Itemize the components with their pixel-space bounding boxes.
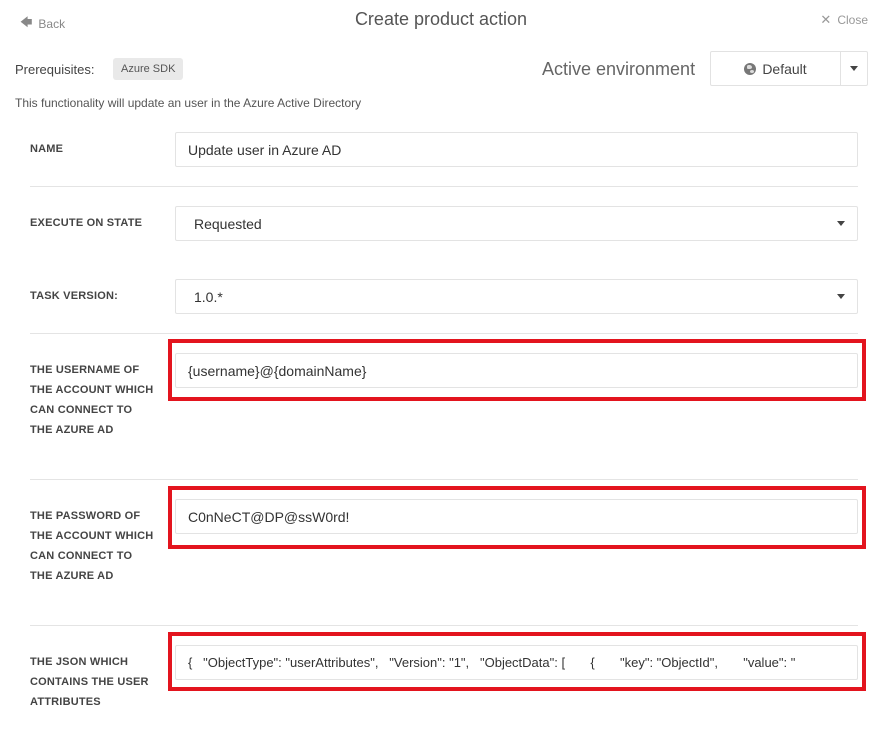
username-input[interactable]: {username}@{domainName} — [175, 353, 858, 388]
description: This functionality will update an user i… — [15, 96, 362, 110]
name-label: NAME — [30, 143, 64, 155]
execute-on-state-select[interactable]: Requested — [175, 206, 858, 241]
close-icon: ✕ — [820, 12, 832, 27]
chevron-down-icon — [837, 221, 845, 226]
divider — [30, 625, 858, 626]
page-title: Create product action — [354, 9, 528, 29]
task-version-select[interactable]: 1.0.* — [175, 279, 858, 314]
environment-select[interactable]: Default — [710, 51, 868, 86]
divider — [30, 333, 858, 334]
divider — [30, 479, 858, 480]
execute-on-state-value: Requested — [194, 215, 262, 232]
username-value: {username}@{domainName} — [188, 362, 367, 379]
globe-icon — [744, 62, 757, 75]
password-input[interactable]: C0nNeCT@DP@ssW0rd! — [175, 499, 858, 534]
close-label: Close — [837, 13, 868, 27]
name-input[interactable]: Update user in Azure AD — [175, 132, 858, 167]
json-input[interactable]: { "ObjectType": "userAttributes", "Versi… — [175, 645, 858, 680]
task-version-label: TASK VERSION: — [30, 290, 118, 302]
name-value: Update user in Azure AD — [188, 141, 342, 158]
prerequisites-label: Prerequisites: — [15, 62, 95, 77]
json-value: { "ObjectType": "userAttributes", "Versi… — [188, 655, 796, 670]
environment-selected: Default — [762, 60, 807, 77]
prerequisite-badge: Azure SDK — [113, 58, 184, 80]
environment-select-button[interactable]: Default — [711, 52, 840, 85]
environment-dropdown-toggle[interactable] — [840, 52, 867, 85]
task-version-value: 1.0.* — [194, 288, 223, 305]
execute-on-state-label: EXECUTE ON STATE — [30, 217, 143, 229]
close-button[interactable]: ✕ Close — [820, 12, 868, 28]
password-label: THE PASSWORD OF THE ACCOUNT WHICH CAN CO… — [30, 510, 154, 582]
json-label: THE JSON WHICH CONTAINS THE USER ATTRIBU… — [30, 656, 149, 708]
password-value: C0nNeCT@DP@ssW0rd! — [188, 508, 350, 525]
divider — [30, 186, 858, 187]
active-environment-label: Active environment — [542, 59, 696, 79]
chevron-down-icon — [850, 66, 858, 71]
username-label: THE USERNAME OF THE ACCOUNT WHICH CAN CO… — [30, 364, 154, 436]
chevron-down-icon — [837, 294, 845, 299]
